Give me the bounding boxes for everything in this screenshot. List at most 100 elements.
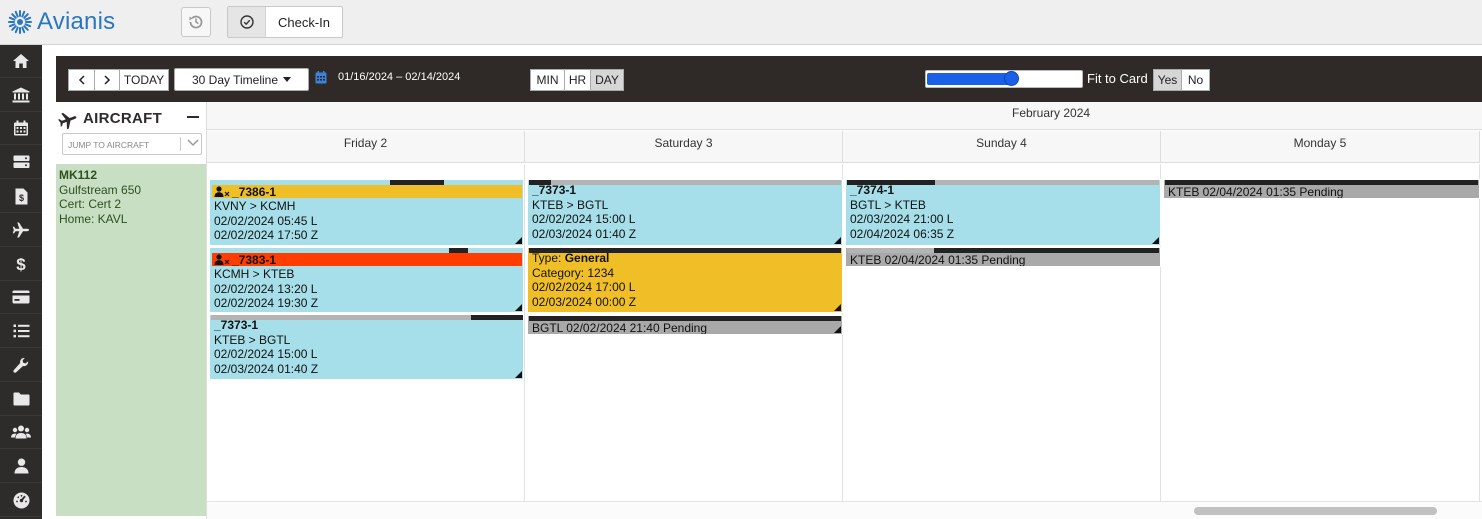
next-button[interactable]: [94, 69, 120, 91]
day-column[interactable]: [1161, 164, 1480, 501]
side-navigation: $ $: [0, 45, 42, 519]
event-type: Type: General: [532, 251, 636, 266]
day-header: Monday 5: [1161, 131, 1480, 163]
resize-corner[interactable]: [834, 237, 841, 244]
scale-day-button[interactable]: DAY: [590, 69, 624, 91]
schedule-grid: February 2024 Friday 2 Saturday 3 Sunday…: [207, 102, 1482, 519]
trip-card[interactable]: _7374-1 BGTL > KTEB 02/03/2024 21:00 L 0…: [845, 179, 1161, 246]
trip-details: _7373-1 KTEB > BGTL 02/02/2024 15:00 L 0…: [532, 183, 636, 241]
trip-zulu-time: 02/03/2024 01:40 Z: [532, 226, 637, 241]
nav-bank[interactable]: [0, 79, 42, 112]
previous-button[interactable]: [68, 69, 95, 91]
zoom-slider[interactable]: [925, 70, 1083, 88]
nav-finance[interactable]: $: [0, 248, 42, 281]
trip-card[interactable]: _7373-1 KTEB > BGTL 02/02/2024 15:00 L 0…: [209, 314, 524, 380]
calendar-picker-icon[interactable]: [315, 71, 327, 84]
invoice-icon: $: [15, 188, 27, 204]
trip-route: KVNY > KCMH: [214, 199, 296, 213]
svg-text:$: $: [16, 255, 26, 273]
nav-invoices[interactable]: $: [0, 180, 42, 213]
trip-card[interactable]: _7373-1 KTEB > BGTL 02/02/2024 15:00 L 0…: [527, 179, 843, 246]
trip-header: _7386-1: [212, 185, 522, 199]
top-bar: Avianis Check-In: [0, 0, 1482, 45]
nav-documents[interactable]: [0, 383, 42, 416]
nav-flights[interactable]: [0, 214, 42, 247]
nav-dashboard[interactable]: [0, 484, 42, 517]
list-icon: [13, 324, 29, 338]
aircraft-home: Home: KAVL: [59, 211, 128, 226]
crew-missing-icon: [214, 254, 230, 265]
plane-icon: [12, 222, 30, 238]
history-button[interactable]: [181, 7, 211, 37]
nav-payments[interactable]: [0, 281, 42, 314]
folder-icon: [13, 392, 29, 406]
zoom-slider-handle[interactable]: [1004, 71, 1019, 86]
day-header: Friday 2: [207, 131, 525, 163]
trip-local-time: 02/02/2024 15:00 L: [214, 347, 318, 361]
trip-details: KCMH > KTEB 02/02/2024 13:20 L 02/02/202…: [214, 267, 318, 311]
view-select-group: 30 Day Timeline: [174, 68, 309, 91]
aircraft-panel: AIRCRAFT JUMP TO AIRCRAFT MK112 Gulfstre…: [56, 102, 207, 519]
trip-title: _7383-1: [232, 252, 277, 267]
plane-icon: [58, 112, 77, 129]
nav-crew[interactable]: [0, 416, 42, 449]
scale-min-button[interactable]: MIN: [530, 69, 565, 91]
today-button[interactable]: TODAY: [119, 69, 169, 91]
nav-calendar[interactable]: [0, 112, 42, 145]
check-in-label: Check-In: [277, 14, 331, 30]
check-in-button[interactable]: Check-In: [227, 6, 343, 38]
event-type-value: General: [564, 251, 610, 265]
date-range-label: 01/16/2024 – 02/14/2024: [338, 71, 461, 83]
scale-hr-button[interactable]: HR: [564, 69, 591, 91]
nav-home[interactable]: [0, 45, 42, 78]
pending-card[interactable]: BGTL 02/02/2024 21:40 Pending: [527, 315, 843, 335]
trip-local-time: 02/02/2024 13:20 L: [214, 281, 318, 296]
collapse-minus-icon[interactable]: [187, 116, 199, 118]
avianis-logo-icon: [8, 10, 32, 34]
nav-lists[interactable]: [0, 315, 42, 348]
resize-corner[interactable]: [834, 326, 841, 333]
trip-title: _7373-1: [532, 183, 577, 197]
aircraft-card[interactable]: MK112 Gulfstream 650 Cert: Cert 2 Home: …: [56, 164, 206, 516]
pending-card[interactable]: KTEB 02/04/2024 01:35 Pending: [845, 247, 1161, 267]
trip-card[interactable]: _7386-1 KVNY > KCMH 02/02/2024 05:45 L 0…: [209, 179, 524, 246]
event-type-label: Type:: [532, 251, 565, 265]
fit-no-button[interactable]: No: [1181, 69, 1210, 91]
trip-zulu-time: 02/03/2024 01:40 Z: [214, 361, 319, 376]
trip-details: _7373-1 KTEB > BGTL 02/02/2024 15:00 L 0…: [214, 318, 318, 376]
horizontal-scrollbar[interactable]: [207, 501, 1482, 519]
trip-progress-bar: [471, 315, 523, 320]
nav-profile[interactable]: [0, 450, 42, 483]
caret-down-icon: [283, 77, 292, 82]
day-header: Saturday 3: [525, 131, 843, 163]
time-scale-group: MIN HR DAY: [530, 69, 624, 91]
resize-corner[interactable]: [515, 371, 522, 378]
maintenance-card[interactable]: Type: General Category: 1234 02/02/2024 …: [527, 247, 843, 313]
trip-zulu-time: 02/02/2024 17:50 Z: [214, 228, 319, 242]
scrollbar-thumb[interactable]: [1194, 507, 1437, 515]
view-select-dropdown[interactable]: 30 Day Timeline: [174, 68, 309, 91]
pending-card[interactable]: KTEB 02/04/2024 01:35 Pending: [1163, 179, 1480, 199]
month-header: February 2024: [207, 102, 1482, 130]
fit-yes-button[interactable]: Yes: [1153, 69, 1182, 91]
resize-corner[interactable]: [1152, 237, 1159, 244]
trip-card[interactable]: _7383-1 KCMH > KTEB 02/02/2024 13:20 L 0…: [209, 247, 524, 313]
day-header: Sunday 4: [843, 131, 1161, 163]
resize-corner[interactable]: [834, 304, 841, 311]
event-local-time: 02/02/2024 17:00 L: [532, 280, 636, 294]
nav-maintenance[interactable]: [0, 349, 42, 382]
app-logo[interactable]: Avianis: [7, 8, 115, 36]
event-details: Type: General Category: 1234 02/02/2024 …: [532, 251, 636, 309]
jump-to-aircraft-placeholder: JUMP TO AIRCRAFT: [68, 140, 150, 150]
calendar-icon: [14, 120, 28, 136]
resize-corner[interactable]: [515, 237, 522, 244]
trip-title: _7373-1: [214, 318, 259, 332]
resize-corner[interactable]: [515, 304, 522, 311]
server-icon: [13, 155, 29, 168]
jump-to-aircraft-select[interactable]: JUMP TO AIRCRAFT: [62, 133, 202, 155]
event-category: Category: 1234: [532, 265, 615, 280]
aircraft-type: Gulfstream 650: [59, 182, 142, 197]
svg-text:$: $: [18, 193, 23, 203]
aircraft-cert: Cert: Cert 2: [59, 197, 122, 211]
nav-servers[interactable]: [0, 146, 42, 179]
